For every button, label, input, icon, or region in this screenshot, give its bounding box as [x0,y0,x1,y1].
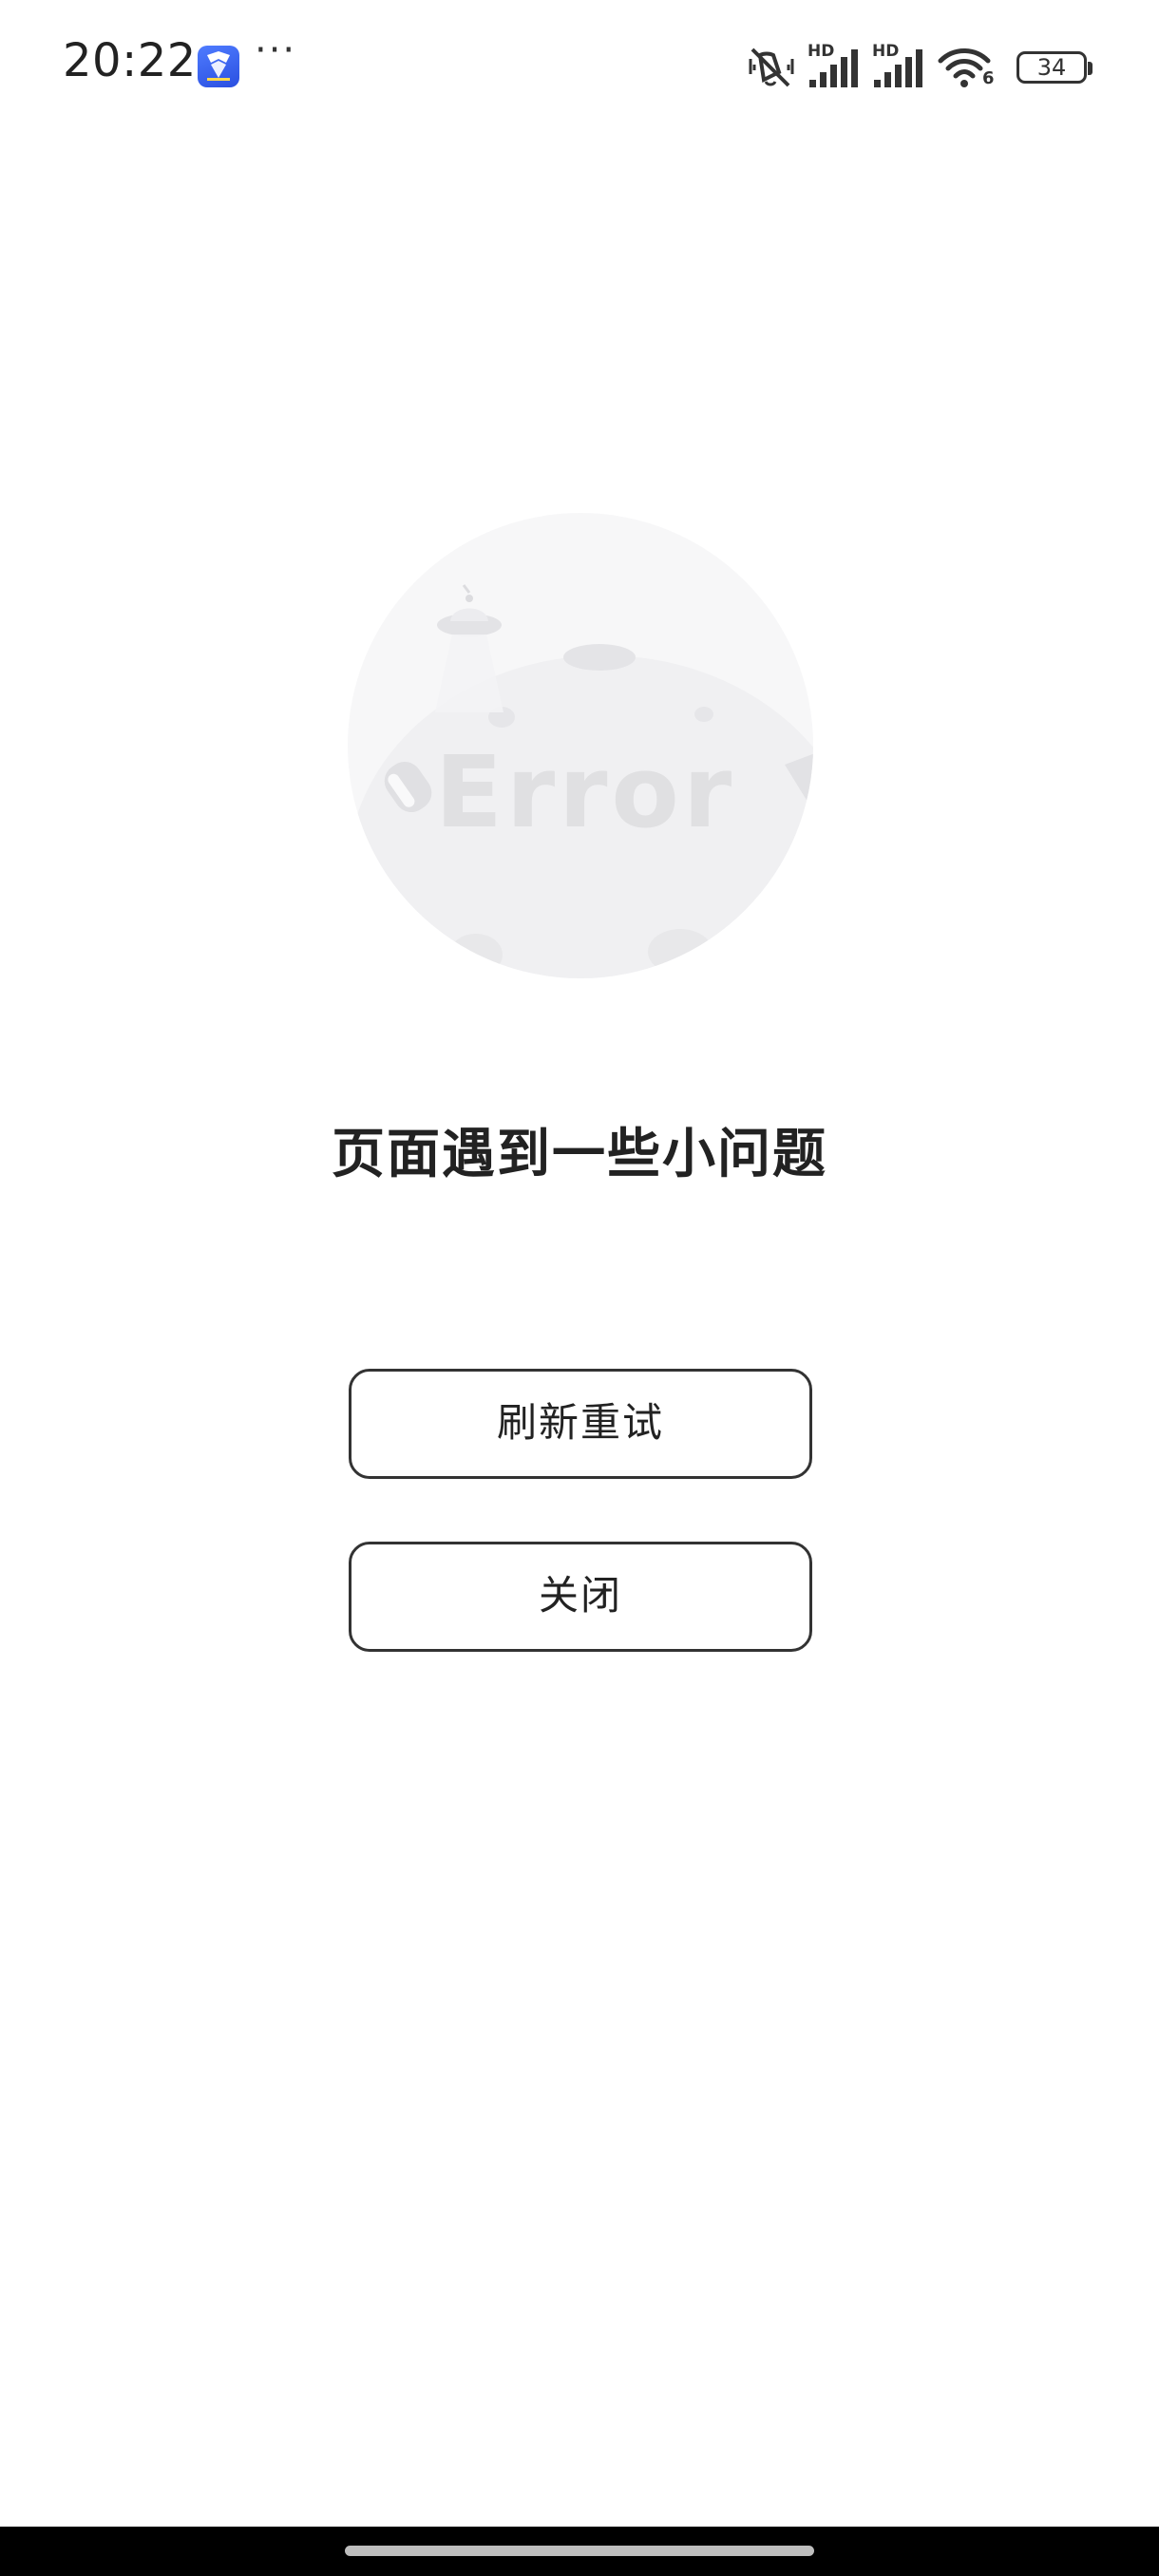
mute-vibrate-icon [749,47,794,87]
error-illustration: Error [348,513,813,978]
error-title: 页面遇到一些小问题 [332,1124,827,1185]
home-indicator[interactable] [345,2546,814,2556]
wifi-icon: 6 [937,44,996,91]
battery-level: 34 [1036,54,1067,81]
status-bar: 20:22 ··· HD HD 6 34 [0,0,1159,133]
retry-button[interactable]: 刷新重试 [349,1369,812,1479]
app-notification-icon [198,46,239,87]
signal-icon: HD [808,42,863,91]
more-notifications-icon: ··· [255,28,297,72]
battery-icon: 34 [1016,51,1087,84]
status-time: 20:22 [63,34,197,87]
status-icons: HD HD 6 34 [745,42,1096,91]
signal-icon: HD [872,42,927,91]
battery-tip [1088,62,1092,75]
system-nav-bar [0,2527,1159,2576]
wifi-badge: 6 [982,68,995,88]
close-button[interactable]: 关闭 [349,1542,812,1652]
error-illustration-text: Error [435,734,735,850]
